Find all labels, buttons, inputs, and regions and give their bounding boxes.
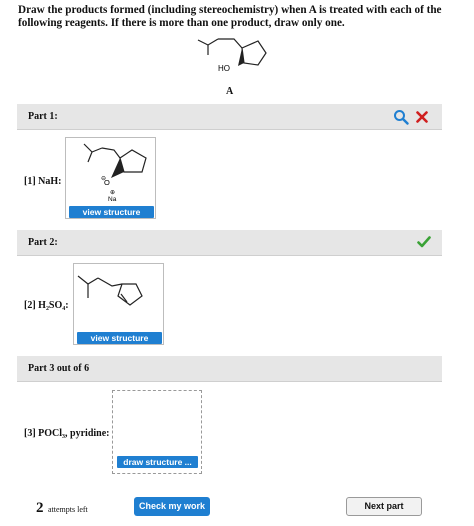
part2-view-structure-button[interactable]: view structure: [77, 332, 162, 344]
part2-product-structure: [77, 275, 143, 306]
part1-structure-box: O ⊖ ⊕ Na view structure: [65, 137, 156, 219]
attempts-left-label: attempts left: [48, 505, 88, 514]
molecule-a-structure: HO: [197, 38, 267, 73]
part1-neg-charge: ⊖: [101, 176, 106, 182]
magnifier-icon[interactable]: [393, 109, 409, 125]
question-text: Draw the products formed (including ster…: [18, 4, 442, 29]
part3-reagent-label: [3] POCl₃, pyridine:: [24, 428, 110, 439]
part2-structure-box: view structure: [73, 263, 164, 345]
check-my-work-button[interactable]: Check my work: [134, 497, 210, 516]
part1-view-structure-button[interactable]: view structure: [69, 206, 154, 218]
checkmark-icon: [417, 236, 431, 248]
part2-header-bar: Part 2:: [17, 230, 442, 256]
part1-na-label: Na: [108, 196, 117, 203]
molecule-a-oh-label: HO: [218, 64, 230, 73]
part1-reagent-label: [1] NaH:: [24, 176, 62, 187]
part3-header: Part 3 out of 6: [28, 363, 90, 374]
next-part-button[interactable]: Next part: [346, 497, 422, 516]
part3-header-bar: Part 3 out of 6: [17, 356, 442, 382]
part2-header: Part 2:: [28, 237, 58, 248]
molecule-a-label: A: [226, 86, 234, 97]
part1-header-bar: Part 1:: [17, 104, 442, 130]
part3-drawing-area[interactable]: draw structure ...: [112, 390, 202, 474]
part2-reagent-label: [2] H₂SO₄:: [24, 300, 69, 311]
attempts-count: 2: [36, 500, 44, 516]
x-icon[interactable]: [416, 111, 428, 123]
part3-draw-structure-button[interactable]: draw structure ...: [117, 456, 198, 468]
part1-header: Part 1:: [28, 111, 58, 122]
part1-product-structure: O ⊖ ⊕ Na: [83, 143, 147, 203]
